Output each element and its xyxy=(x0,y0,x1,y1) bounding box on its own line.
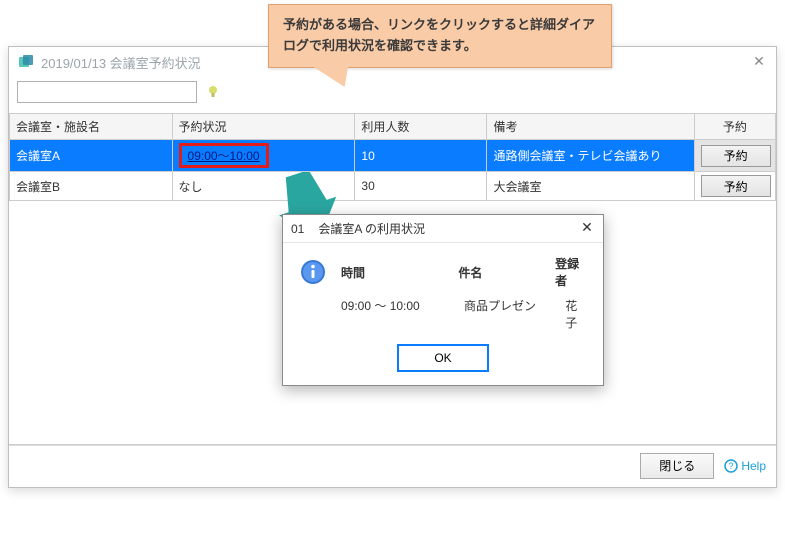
cell-note: 大会議室 xyxy=(487,172,694,201)
col-header-capacity: 利用人数 xyxy=(355,114,487,140)
callout-text: 予約がある場合、リンクをクリックすると詳細ダイアログで利用状況を確認できます。 xyxy=(283,17,595,53)
svg-text:?: ? xyxy=(729,461,734,471)
dialog-col-user: 登録者 xyxy=(555,255,589,289)
window-title: 2019/01/13 会議室予約状況 xyxy=(41,53,201,72)
app-icon xyxy=(17,53,35,71)
dialog-col-subject: 件名 xyxy=(458,264,541,281)
table-header-row: 会議室・施設名 予約状況 利用人数 備考 予約 xyxy=(10,114,776,140)
help-callout: 予約がある場合、リンクをクリックすると詳細ダイアログで利用状況を確認できます。 xyxy=(268,4,612,68)
search-row xyxy=(9,77,776,113)
reservation-table: 会議室・施設名 予約状況 利用人数 備考 予約 会議室A 09:00～10:00 1… xyxy=(9,113,776,201)
cell-note: 通路側会議室・テレビ会議あり xyxy=(487,140,694,172)
cell-name: 会議室A xyxy=(10,140,173,172)
table-row[interactable]: 会議室A 09:00～10:00 10通路側会議室・テレビ会議あり予約 xyxy=(10,140,776,172)
col-header-note: 備考 xyxy=(487,114,694,140)
help-icon: ? xyxy=(724,459,738,473)
dialog-data-row: 09:00 ～ 10:00 商品プレゼン 花子 xyxy=(297,289,589,345)
col-header-status: 予約状況 xyxy=(172,114,355,140)
footer: 閉じる ? Help xyxy=(9,445,776,485)
detail-dialog: 01 会議室A の利用状況 ✕ 時間 件名 登録者 09:00 ～ 10:00 … xyxy=(282,214,604,386)
status-link[interactable]: 09:00～10:00 xyxy=(188,149,260,163)
col-header-name: 会議室・施設名 xyxy=(10,114,173,140)
cell-capacity: 30 xyxy=(355,172,487,201)
window-close-button[interactable]: ✕ xyxy=(750,53,768,71)
close-button[interactable]: 閉じる xyxy=(640,453,714,479)
help-label: Help xyxy=(741,459,766,473)
dialog-col-time: 時間 xyxy=(341,264,444,281)
cell-action: 予約 xyxy=(694,140,775,172)
dialog-close-button[interactable]: ✕ xyxy=(577,219,597,239)
search-input[interactable] xyxy=(17,81,197,103)
cell-capacity: 10 xyxy=(355,140,487,172)
dialog-val-user: 花子 xyxy=(565,297,589,331)
dialog-title: 会議室A の利用状況 xyxy=(318,220,425,237)
cell-name: 会議室B xyxy=(10,172,173,201)
reserve-button[interactable]: 予約 xyxy=(701,175,771,197)
dialog-body: 時間 件名 登録者 09:00 ～ 10:00 商品プレゼン 花子 OK xyxy=(283,243,603,385)
dialog-title-bar: 01 会議室A の利用状況 ✕ xyxy=(283,215,603,243)
status-highlight-box: 09:00～10:00 xyxy=(179,143,269,168)
col-header-action: 予約 xyxy=(694,114,775,140)
help-link[interactable]: ? Help xyxy=(724,459,766,473)
ok-button[interactable]: OK xyxy=(398,345,488,371)
cell-action: 予約 xyxy=(694,172,775,201)
cell-status: 09:00～10:00 xyxy=(172,140,355,172)
lightbulb-icon[interactable] xyxy=(205,84,221,100)
dialog-val-time: 09:00 ～ 10:00 xyxy=(341,297,450,331)
table-row[interactable]: 会議室Bなし30大会議室予約 xyxy=(10,172,776,201)
reserve-button[interactable]: 予約 xyxy=(701,145,771,167)
cell-status: なし xyxy=(172,172,355,201)
dialog-header-row: 時間 件名 登録者 xyxy=(297,255,589,289)
info-icon xyxy=(299,258,327,286)
dialog-title-prefix: 01 xyxy=(291,222,304,236)
dialog-val-subject: 商品プレゼン xyxy=(464,297,551,331)
